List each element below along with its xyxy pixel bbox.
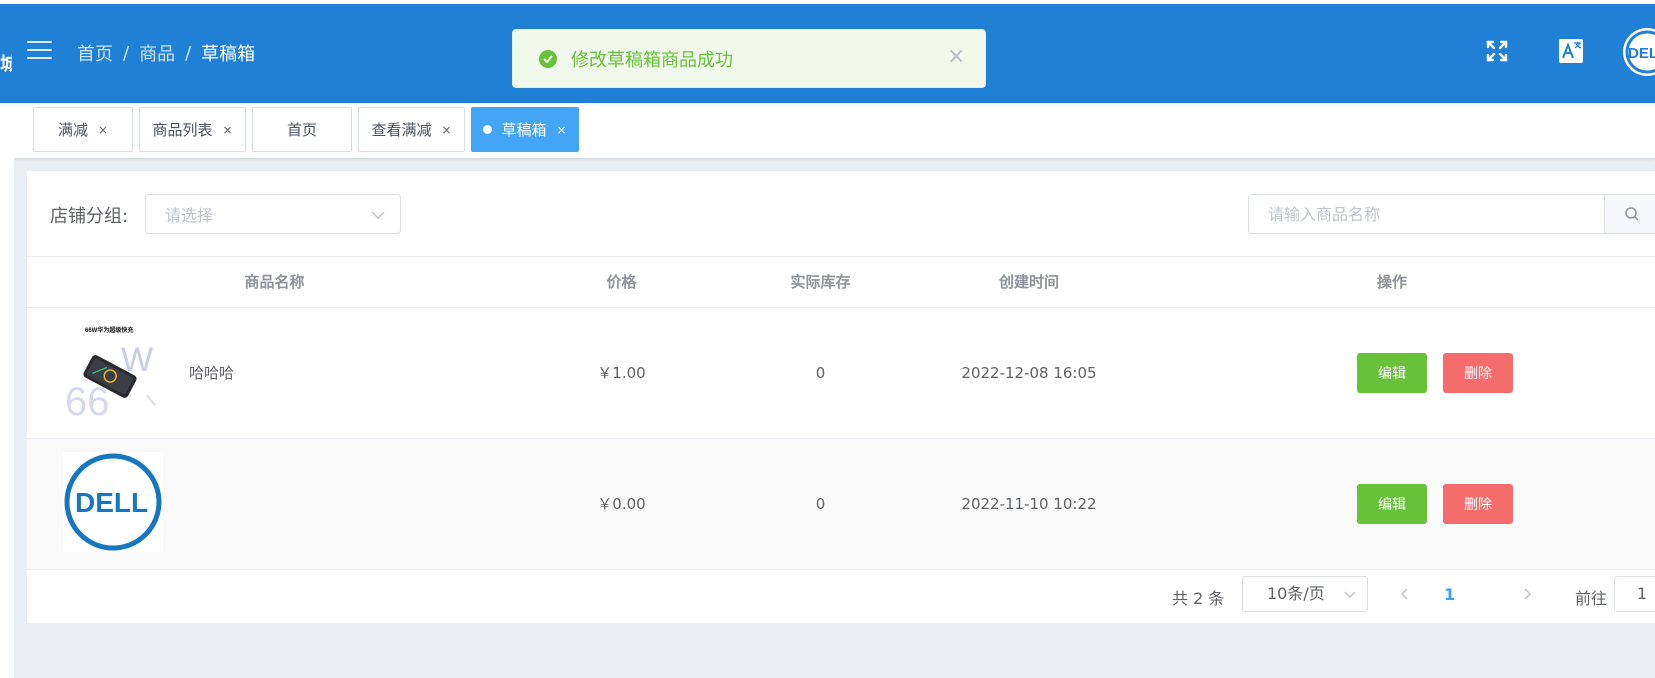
- edit-button[interactable]: 编辑: [1357, 484, 1427, 524]
- product-created-time: 2022-11-10 10:22: [961, 495, 1097, 513]
- table-row: 66W华为超级快充 W 66 哈哈哈 ￥1.00 0 2022-12-08 16…: [27, 308, 1655, 439]
- breadcrumb: 首页 / 商品 / 草稿箱: [77, 40, 255, 66]
- product-stock: 0: [815, 495, 826, 513]
- avatar[interactable]: DELL: [1623, 28, 1655, 76]
- col-created: 创建时间: [998, 273, 1059, 291]
- tab-home[interactable]: 首页: [252, 107, 352, 152]
- fullscreen-icon[interactable]: [1484, 38, 1510, 64]
- delete-button[interactable]: 删除: [1443, 353, 1513, 393]
- product-price: ￥0.00: [597, 495, 646, 513]
- page-number[interactable]: 1: [1444, 585, 1455, 604]
- pagination: 共 2 条 10条/页 1 前往 1 页: [27, 569, 1655, 623]
- goods-name-search-input[interactable]: [1249, 195, 1604, 233]
- breadcrumb-current: 草稿箱: [201, 44, 256, 65]
- sidebar-edge: [0, 158, 14, 678]
- product-stock: 0: [815, 364, 826, 382]
- tab-close-icon[interactable]: ×: [556, 123, 566, 137]
- table-row: DELL ￥0.00 0 2022-11-10 10:22 编辑 删除: [27, 439, 1655, 570]
- chevron-left-icon: [1400, 588, 1408, 600]
- goods-table: 商品名称 价格 实际库存 创建时间 操作 66W华为超级快充 W 66 哈哈哈 …: [27, 256, 1655, 570]
- goto-page-input[interactable]: 1: [1614, 576, 1655, 612]
- select-placeholder: 请选择: [165, 206, 214, 225]
- col-actions: 操作: [1376, 273, 1407, 291]
- header-top-line: [0, 0, 1655, 4]
- tab-label: 首页: [286, 121, 317, 139]
- page-size-value: 10条/页: [1267, 584, 1325, 603]
- toast-message: 修改草稿箱商品成功: [571, 49, 733, 71]
- tab-label: 满减: [57, 121, 88, 139]
- shop-group-select[interactable]: 请选择: [145, 194, 401, 234]
- edit-button[interactable]: 编辑: [1357, 353, 1427, 393]
- tab-label: 商品列表: [152, 121, 213, 139]
- pagination-total: 共 2 条: [1172, 589, 1225, 608]
- svg-text:DELL: DELL: [75, 487, 148, 518]
- breadcrumb-home[interactable]: 首页: [77, 40, 113, 66]
- brand-title-fragment: 城: [0, 54, 12, 75]
- product-image-dell-logo: DELL: [63, 452, 163, 552]
- search-box: [1248, 194, 1655, 234]
- tab-close-icon[interactable]: ×: [98, 123, 108, 137]
- search-icon: [1625, 207, 1639, 221]
- delete-button[interactable]: 删除: [1443, 484, 1513, 524]
- tab-draft-box[interactable]: 草稿箱 ×: [471, 107, 579, 152]
- search-button[interactable]: [1604, 195, 1655, 233]
- svg-text:DELL: DELL: [1628, 45, 1655, 62]
- breadcrumb-separator: /: [185, 42, 192, 64]
- breadcrumb-separator: /: [123, 42, 130, 64]
- col-price: 价格: [606, 273, 637, 291]
- tab-close-icon[interactable]: ×: [222, 123, 232, 137]
- prev-page-button[interactable]: [1391, 580, 1419, 608]
- chevron-down-icon: [371, 211, 385, 220]
- tab-view-manjian[interactable]: 查看满减 ×: [358, 107, 465, 152]
- breadcrumb-goods[interactable]: 商品: [139, 40, 175, 66]
- tags-view-bar: 满减 × 商品列表 × 首页 查看满减 × 草稿箱 ×: [0, 103, 1655, 158]
- col-stock: 实际库存: [790, 273, 851, 291]
- product-image-charger: 66W华为超级快充 W 66: [63, 321, 163, 421]
- toast-close-icon[interactable]: ×: [947, 46, 965, 68]
- product-created-time: 2022-12-08 16:05: [961, 364, 1097, 382]
- page-size-select[interactable]: 10条/页: [1242, 576, 1368, 612]
- tab-label: 查看满减: [371, 121, 432, 139]
- goto-label: 前往: [1575, 589, 1608, 608]
- col-goods-name: 商品名称: [244, 273, 305, 291]
- success-toast: 修改草稿箱商品成功 ×: [512, 29, 986, 88]
- shop-group-label: 店铺分组:: [50, 206, 129, 227]
- active-dot-icon: [483, 125, 493, 134]
- product-name: 哈哈哈: [189, 364, 235, 382]
- menu-toggle-icon[interactable]: [27, 41, 52, 59]
- tab-close-icon[interactable]: ×: [441, 123, 451, 137]
- chevron-down-icon: [1344, 591, 1356, 598]
- success-check-icon: [539, 49, 557, 68]
- product-price: ￥1.00: [597, 364, 646, 382]
- main-card: 店铺分组: 请选择 商品名称 价格 实际库存 创建时间 操作 66W华为超级快充…: [27, 171, 1655, 623]
- next-page-button[interactable]: [1513, 580, 1541, 608]
- chevron-right-icon: [1524, 588, 1532, 600]
- image-caption: 66W华为超级快充: [85, 326, 133, 334]
- translate-icon[interactable]: [1558, 38, 1584, 64]
- tab-label: 草稿箱: [501, 121, 547, 139]
- tab-goods-list[interactable]: 商品列表 ×: [139, 107, 246, 152]
- tab-manjian[interactable]: 满减 ×: [33, 107, 133, 152]
- table-header: 商品名称 价格 实际库存 创建时间 操作: [27, 256, 1655, 308]
